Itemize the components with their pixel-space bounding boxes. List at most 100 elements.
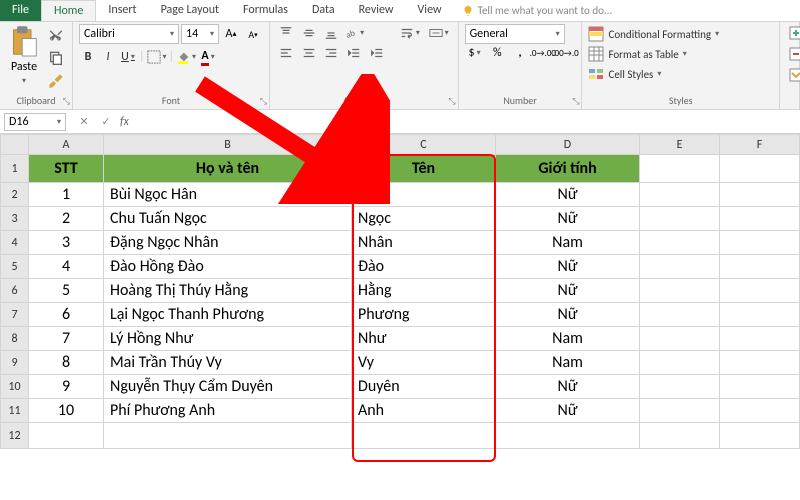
tab-page-layout[interactable]: Page Layout <box>149 0 231 21</box>
align-right-button[interactable] <box>321 44 341 62</box>
cell[interactable] <box>720 279 800 303</box>
underline-button[interactable]: U <box>119 47 137 67</box>
wrap-text-button[interactable] <box>397 24 423 42</box>
align-top-button[interactable] <box>276 24 296 42</box>
row-header[interactable]: 3 <box>1 207 29 231</box>
align-left-button[interactable] <box>276 44 296 62</box>
cell[interactable]: Nữ <box>496 399 640 423</box>
cell[interactable] <box>496 423 640 449</box>
cell[interactable]: Giới tính <box>496 155 640 183</box>
insert-cells-button[interactable] <box>786 24 800 42</box>
cell[interactable]: Nữ <box>496 375 640 399</box>
percent-format-button[interactable]: % <box>487 44 507 62</box>
select-all-corner[interactable] <box>1 135 29 155</box>
cell[interactable] <box>720 155 800 183</box>
tab-insert[interactable]: Insert <box>96 0 148 21</box>
enter-formula-button[interactable]: ✓ <box>98 114 114 130</box>
cell[interactable] <box>720 255 800 279</box>
cell[interactable]: Nam <box>496 351 640 375</box>
spreadsheet-grid[interactable]: A B C D E F 1 STT Họ và tên Tên Giới tín… <box>0 134 800 449</box>
align-bottom-button[interactable] <box>321 24 341 42</box>
format-cells-button[interactable] <box>786 66 800 84</box>
cell[interactable] <box>720 303 800 327</box>
dialog-launcher-icon[interactable]: ⤡ <box>260 96 267 107</box>
font-name-select[interactable]: Calibri▾ <box>79 24 179 44</box>
cell[interactable]: 3 <box>29 231 104 255</box>
cell[interactable]: Anh <box>352 399 496 423</box>
cell[interactable]: 9 <box>29 375 104 399</box>
cell[interactable]: Nguyễn Thụy Cẩm Duyên <box>104 375 352 399</box>
tell-me-search[interactable]: Tell me what you want to do... <box>454 0 621 21</box>
tab-home[interactable]: Home <box>41 0 96 21</box>
cell[interactable]: Lý Hồng Như <box>104 327 352 351</box>
cell[interactable]: Đào <box>352 255 496 279</box>
row-header[interactable]: 9 <box>1 351 29 375</box>
cell[interactable]: Nữ <box>496 255 640 279</box>
cell[interactable]: Hoàng Thị Thúy Hằng <box>104 279 352 303</box>
copy-button[interactable] <box>46 50 66 68</box>
cell[interactable]: Nữ <box>496 183 640 207</box>
dialog-launcher-icon[interactable]: ⤡ <box>572 96 579 107</box>
cell[interactable]: 8 <box>29 351 104 375</box>
row-header[interactable]: 7 <box>1 303 29 327</box>
comma-format-button[interactable]: , <box>510 44 530 62</box>
row-header[interactable]: 11 <box>1 399 29 423</box>
cell[interactable]: Đặng Ngọc Nhân <box>104 231 352 255</box>
cell[interactable] <box>640 399 720 423</box>
format-as-table-button[interactable]: Format as Table▾ <box>588 44 719 64</box>
italic-button[interactable]: I <box>99 47 117 67</box>
row-header[interactable]: 2 <box>1 183 29 207</box>
cell[interactable]: 6 <box>29 303 104 327</box>
cell-styles-button[interactable]: Cell Styles▾ <box>588 64 719 84</box>
cell[interactable]: Lại Ngọc Thanh Phương <box>104 303 352 327</box>
tab-data[interactable]: Data <box>300 0 347 21</box>
cell[interactable] <box>720 423 800 449</box>
cell[interactable]: Như <box>352 327 496 351</box>
cell[interactable]: Tên <box>352 155 496 183</box>
grow-font-button[interactable]: A▴ <box>221 25 241 43</box>
increase-decimal-button[interactable]: .0→.00 <box>533 45 553 63</box>
merge-center-button[interactable] <box>426 24 452 42</box>
cell[interactable]: Duyên <box>352 375 496 399</box>
col-header-c[interactable]: C <box>352 135 496 155</box>
cell[interactable] <box>640 375 720 399</box>
orientation-button[interactable]: ab <box>344 24 364 42</box>
increase-indent-button[interactable] <box>367 44 387 62</box>
decrease-indent-button[interactable] <box>344 44 364 62</box>
bold-button[interactable]: B <box>79 47 97 67</box>
cell[interactable]: Vy <box>352 351 496 375</box>
formula-input[interactable] <box>135 112 800 132</box>
tab-file[interactable]: File <box>0 0 41 21</box>
delete-cells-button[interactable] <box>786 45 800 63</box>
col-header-f[interactable]: F <box>720 135 800 155</box>
row-header[interactable]: 4 <box>1 231 29 255</box>
cell[interactable] <box>720 183 800 207</box>
cell[interactable] <box>352 423 496 449</box>
tab-review[interactable]: Review <box>347 0 406 21</box>
cell[interactable]: 2 <box>29 207 104 231</box>
cell[interactable]: Nam <box>496 327 640 351</box>
paste-button[interactable]: Paste ▾ <box>6 24 42 88</box>
cell[interactable]: Hằng <box>352 279 496 303</box>
cell[interactable]: 4 <box>29 255 104 279</box>
cell[interactable] <box>640 279 720 303</box>
cell[interactable]: Họ và tên <box>104 155 352 183</box>
cell[interactable]: Nam <box>496 231 640 255</box>
format-painter-button[interactable] <box>46 72 66 90</box>
cell[interactable] <box>104 423 352 449</box>
cell[interactable]: Nhân <box>352 231 496 255</box>
cell[interactable] <box>720 375 800 399</box>
cell[interactable] <box>720 327 800 351</box>
cell[interactable]: STT <box>29 155 104 183</box>
cell[interactable]: Nữ <box>496 303 640 327</box>
shrink-font-button[interactable]: A▾ <box>243 25 263 43</box>
align-middle-button[interactable] <box>299 24 319 42</box>
col-header-e[interactable]: E <box>640 135 720 155</box>
align-center-button[interactable] <box>299 44 319 62</box>
cell[interactable] <box>640 351 720 375</box>
row-header[interactable]: 8 <box>1 327 29 351</box>
fx-button[interactable]: fx <box>120 115 129 129</box>
cell[interactable]: Phương <box>352 303 496 327</box>
fill-color-button[interactable] <box>176 48 196 66</box>
cell[interactable]: Đào Hồng Đào <box>104 255 352 279</box>
